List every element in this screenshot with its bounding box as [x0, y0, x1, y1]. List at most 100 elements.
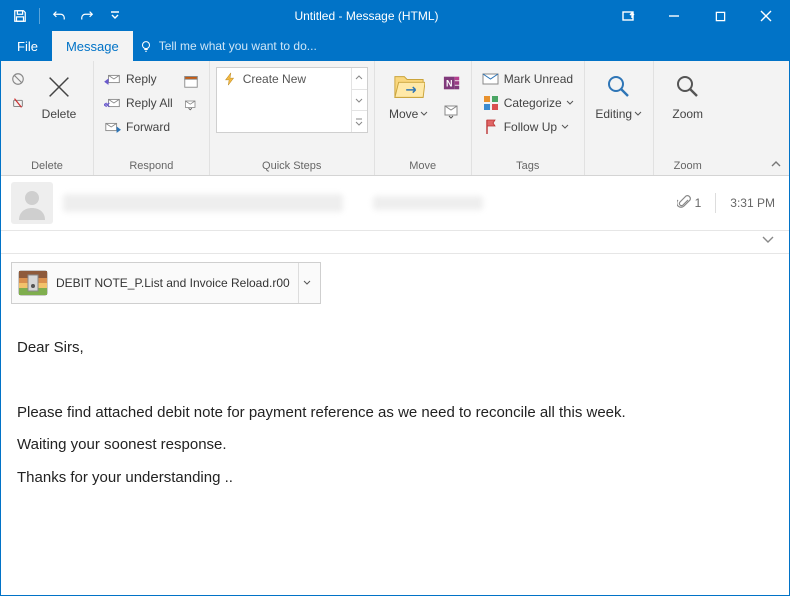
- reply-all-label: Reply All: [126, 96, 173, 110]
- body-greeting: Dear Sirs,: [17, 337, 773, 360]
- qs-more-button[interactable]: [352, 111, 367, 132]
- group-zoom-label: Zoom: [660, 158, 716, 175]
- reply-all-icon: [104, 94, 122, 112]
- group-zoom: Zoom Zoom: [654, 61, 722, 175]
- reply-icon: [104, 70, 122, 88]
- attachment-filename: DEBIT NOTE_P.List and Invoice Reload.r00: [56, 276, 290, 290]
- body-line-3: Thanks for your understanding ..: [17, 467, 773, 490]
- meeting-icon: [183, 72, 199, 90]
- chevron-down-icon: [303, 279, 311, 287]
- mark-unread-button[interactable]: Mark Unread: [478, 67, 578, 91]
- zoom-button[interactable]: Zoom: [660, 67, 716, 125]
- group-editing-label: [591, 158, 647, 175]
- categorize-icon: [482, 94, 500, 112]
- categorize-label: Categorize: [504, 96, 562, 110]
- ribbon: Delete Delete Reply Reply All Forward: [1, 61, 789, 176]
- chevron-down-icon: [561, 123, 569, 131]
- collapse-ribbon-button[interactable]: [769, 157, 785, 173]
- delete-icon: [43, 71, 75, 103]
- delete-label: Delete: [42, 107, 77, 121]
- message-body: Dear Sirs, Please find attached debit no…: [1, 313, 789, 513]
- move-button[interactable]: Move: [381, 67, 437, 125]
- minimize-button[interactable]: [651, 1, 697, 31]
- ribbon-tabs: File Message Tell me what you want to do…: [1, 31, 789, 61]
- window-title: Untitled - Message (HTML): [128, 9, 605, 23]
- group-delete: Delete Delete: [1, 61, 94, 175]
- redo-button[interactable]: [74, 3, 100, 29]
- quick-access-toolbar: [1, 3, 128, 29]
- body-line-1: Please find attached debit note for paym…: [17, 402, 773, 425]
- ribbon-display-button[interactable]: [605, 1, 651, 31]
- group-delete-label: Delete: [7, 158, 87, 175]
- editing-label: Editing: [595, 107, 632, 121]
- maximize-button[interactable]: [697, 1, 743, 31]
- editing-button[interactable]: Editing: [591, 67, 647, 125]
- group-respond: Reply Reply All Forward R: [94, 61, 210, 175]
- recipient-redacted: [373, 196, 483, 210]
- header-separator: [715, 193, 716, 213]
- quick-steps-gallery[interactable]: Create New: [216, 67, 368, 133]
- received-time: 3:31 PM: [730, 196, 775, 210]
- forward-button[interactable]: Forward: [100, 115, 177, 139]
- onenote-icon: N: [443, 73, 461, 93]
- forward-icon: [104, 118, 122, 136]
- flag-icon: [482, 118, 500, 136]
- attachment-chip[interactable]: DEBIT NOTE_P.List and Invoice Reload.r00: [11, 262, 321, 304]
- group-quick-steps-label: Quick Steps: [216, 158, 368, 175]
- person-icon: [15, 186, 49, 220]
- chevron-down-icon: [420, 110, 428, 118]
- ignore-button[interactable]: [7, 67, 29, 91]
- group-move-label: Move: [381, 158, 465, 175]
- attachment-dropdown-button[interactable]: [298, 263, 316, 303]
- actions-icon: [443, 102, 461, 120]
- more-respond-button[interactable]: [179, 93, 203, 117]
- reply-button[interactable]: Reply: [100, 67, 177, 91]
- reply-all-button[interactable]: Reply All: [100, 91, 177, 115]
- group-tags-label: Tags: [478, 158, 578, 175]
- tab-message[interactable]: Message: [52, 31, 133, 61]
- title-bar: Untitled - Message (HTML): [1, 1, 789, 31]
- actions-button[interactable]: [439, 99, 465, 123]
- sender-avatar: [11, 182, 53, 224]
- mark-unread-icon: [482, 70, 500, 88]
- junk-button[interactable]: [7, 91, 29, 115]
- editing-icon: [603, 71, 635, 103]
- group-move: Move N Move: [375, 61, 472, 175]
- rar-archive-icon: [16, 266, 50, 300]
- delete-button[interactable]: Delete: [31, 67, 87, 125]
- qs-scroll: [351, 68, 367, 132]
- attachment-count: 1: [695, 196, 702, 210]
- mark-unread-label: Mark Unread: [504, 72, 573, 86]
- follow-up-label: Follow Up: [504, 120, 557, 134]
- attachment-area: DEBIT NOTE_P.List and Invoice Reload.r00: [1, 254, 789, 313]
- window-controls: [605, 1, 789, 31]
- meeting-button[interactable]: [179, 69, 203, 93]
- follow-up-button[interactable]: Follow Up: [478, 115, 578, 139]
- expand-header-button[interactable]: [761, 233, 775, 251]
- lightning-icon: [223, 72, 237, 86]
- chevron-down-icon: [761, 234, 775, 246]
- reply-label: Reply: [126, 72, 157, 86]
- group-editing: Editing: [585, 61, 654, 175]
- zoom-label: Zoom: [672, 107, 703, 121]
- qat-customize-button[interactable]: [102, 3, 128, 29]
- junk-icon: [11, 95, 25, 111]
- qat-separator: [39, 8, 40, 24]
- attachment-indicator: 1: [677, 195, 702, 211]
- group-quick-steps: Create New Quick Steps: [210, 61, 375, 175]
- categorize-button[interactable]: Categorize: [478, 91, 578, 115]
- svg-text:N: N: [446, 79, 453, 89]
- qs-down-button[interactable]: [352, 90, 367, 112]
- onenote-button[interactable]: N: [439, 71, 465, 95]
- more-respond-icon: [183, 98, 199, 112]
- save-button[interactable]: [7, 3, 33, 29]
- message-header: 1 3:31 PM: [1, 176, 789, 231]
- create-new-label: Create New: [243, 72, 306, 86]
- undo-button[interactable]: [46, 3, 72, 29]
- chevron-down-icon: [566, 99, 574, 107]
- close-button[interactable]: [743, 1, 789, 31]
- tell-me-search[interactable]: Tell me what you want to do...: [139, 31, 317, 61]
- lightbulb-icon: [139, 39, 153, 53]
- qs-up-button[interactable]: [352, 68, 367, 90]
- tab-file[interactable]: File: [3, 31, 52, 61]
